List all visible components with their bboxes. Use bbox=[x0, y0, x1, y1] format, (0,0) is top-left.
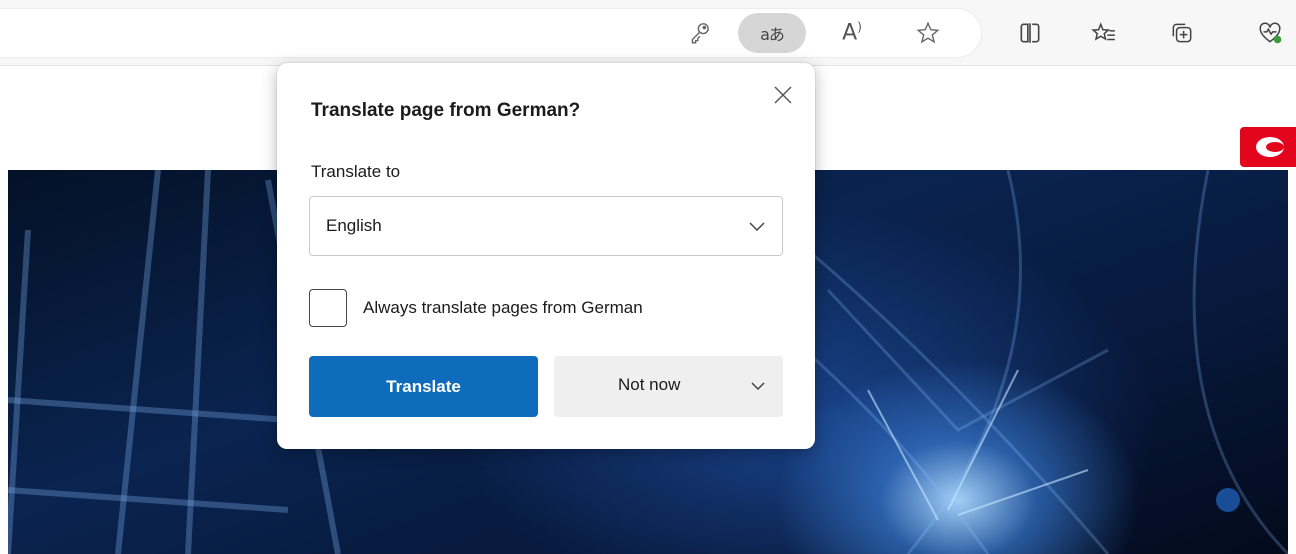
close-icon bbox=[774, 86, 792, 104]
favorites-list-icon[interactable] bbox=[1084, 13, 1124, 53]
not-now-button[interactable]: Not now bbox=[554, 356, 783, 417]
not-now-label: Not now bbox=[618, 375, 681, 394]
browser-toolbar: aあ A) bbox=[0, 0, 1296, 66]
translate-to-label: Translate to bbox=[311, 162, 401, 181]
split-screen-icon[interactable] bbox=[1010, 13, 1050, 53]
chevron-down-icon bbox=[749, 222, 765, 232]
always-translate-checkbox[interactable] bbox=[309, 289, 347, 327]
always-translate-label[interactable]: Always translate pages from German bbox=[363, 298, 643, 318]
browser-essentials-icon[interactable] bbox=[1250, 13, 1290, 53]
language-select-value: English bbox=[326, 216, 382, 235]
language-select[interactable]: English bbox=[309, 196, 783, 256]
read-aloud-icon[interactable]: A) bbox=[832, 13, 872, 53]
translate-icon-glyph: aあ bbox=[760, 25, 785, 44]
page-scroll-gutter bbox=[1288, 170, 1296, 554]
popup-title: Translate page from German? bbox=[311, 100, 581, 121]
translate-button[interactable]: Translate bbox=[309, 356, 538, 417]
chevron-down-icon[interactable] bbox=[749, 377, 767, 395]
key-icon[interactable] bbox=[680, 13, 720, 53]
collections-icon[interactable] bbox=[1162, 13, 1202, 53]
translate-popup: Translate page from German? Translate to… bbox=[277, 63, 815, 449]
brand-logo[interactable] bbox=[1240, 127, 1296, 167]
close-button[interactable] bbox=[767, 79, 799, 111]
read-aloud-glyph: A bbox=[842, 20, 858, 46]
always-translate-row: Always translate pages from German bbox=[309, 288, 643, 328]
favorite-star-icon[interactable] bbox=[908, 13, 948, 53]
translate-icon[interactable]: aあ bbox=[738, 13, 806, 53]
